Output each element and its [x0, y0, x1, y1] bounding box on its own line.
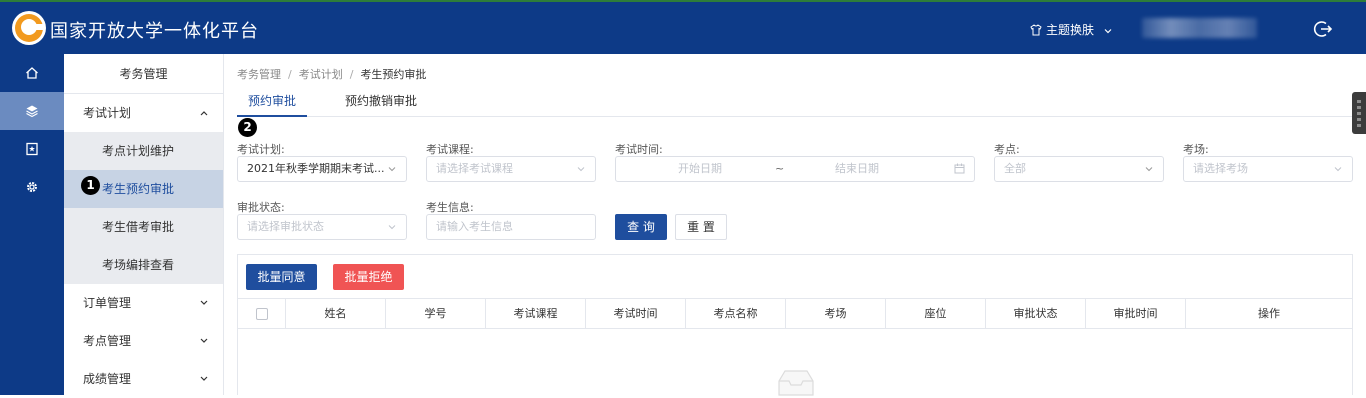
- exam-site-select[interactable]: 全部: [994, 156, 1164, 182]
- select-all-cell: [238, 299, 286, 328]
- home-icon: [26, 67, 38, 79]
- rail-settings[interactable]: [0, 168, 64, 206]
- rail-home[interactable]: [0, 54, 64, 92]
- breadcrumb: 考务管理 / 考试计划 / 考生预约审批: [237, 68, 427, 81]
- breadcrumb-current: 考生预约审批: [360, 68, 427, 81]
- breadcrumb-item[interactable]: 考务管理: [237, 68, 281, 81]
- chevron-down-icon: [200, 376, 208, 381]
- icon-rail: [0, 54, 64, 395]
- select-all-checkbox[interactable]: [255, 308, 268, 320]
- batch-approve-button[interactable]: 批量同意: [246, 264, 317, 290]
- submenu-title: 考务管理: [64, 54, 223, 94]
- tab-cancel-approval[interactable]: 预约撤销审批: [345, 86, 417, 117]
- user-name-blurred[interactable]: [1142, 18, 1257, 38]
- student-label: 考生信息:: [426, 201, 474, 214]
- side-drawer-handle[interactable]: [1352, 92, 1366, 134]
- column-header[interactable]: 考场: [786, 299, 886, 328]
- chevron-down-icon: [388, 167, 396, 172]
- column-header[interactable]: 操作: [1186, 299, 1352, 328]
- results-panel: 批量同意 批量拒绝 姓名 学号 考试课程 考试时间 考点名称 考场 座位 审批状…: [237, 254, 1353, 396]
- submenu-group-orders[interactable]: 订单管理: [64, 284, 223, 322]
- layers-icon: [26, 105, 38, 118]
- submenu-group-exam-plan[interactable]: 考试计划: [64, 94, 223, 132]
- exam-plan-select[interactable]: 2021年秋季学期期末考试...: [237, 156, 407, 182]
- column-header[interactable]: 考点名称: [686, 299, 786, 328]
- gear-icon: [27, 182, 37, 192]
- chevron-up-icon: [200, 111, 208, 116]
- shirt-icon: [1030, 24, 1042, 36]
- date-range-separator: ~: [775, 162, 785, 175]
- site-label: 考点:: [994, 143, 1020, 156]
- exam-course-placeholder: 请选择考试课程: [436, 162, 513, 175]
- rail-bookmarks[interactable]: [0, 130, 64, 168]
- column-header[interactable]: 考试时间: [586, 299, 686, 328]
- main-content: 考务管理 / 考试计划 / 考生预约审批 预约审批 预约撤销审批 2 考试计划: 202…: [225, 54, 1366, 396]
- exam-date-range[interactable]: 开始日期 ~ 结束日期: [615, 156, 975, 182]
- submenu-item-reservation-approval[interactable]: 1 考生预约审批: [64, 170, 223, 208]
- plan-label: 考试计划:: [237, 143, 285, 156]
- tab-reservation-approval[interactable]: 预约审批: [237, 86, 307, 117]
- exam-room-select[interactable]: 请选择考场: [1183, 156, 1353, 182]
- approval-status-select[interactable]: 请选择审批状态: [237, 214, 407, 240]
- annotation-badge-1: 1: [81, 176, 100, 195]
- column-header[interactable]: 审批状态: [986, 299, 1086, 328]
- column-header[interactable]: 座位: [886, 299, 986, 328]
- group-label: 考试计划: [83, 106, 132, 120]
- chevron-down-icon: [388, 225, 396, 230]
- submenu-item-room-arrangement[interactable]: 考场编排查看: [64, 246, 223, 284]
- app-title: 国家开放大学一体化平台: [50, 21, 259, 42]
- submenu-group-sites[interactable]: 考点管理: [64, 322, 223, 360]
- rail-exam-affairs[interactable]: [0, 92, 64, 130]
- top-header: 国家开放大学一体化平台 主题换肤: [0, 0, 1366, 54]
- annotation-badge-2: 2: [238, 118, 257, 137]
- university-logo-icon: [12, 11, 46, 45]
- exam-plan-value: 2021年秋季学期期末考试...: [247, 162, 385, 175]
- submenu-panel: 考务管理 考试计划 考点计划维护 1 考生预约审批 考生借考审批 考场编排查看 …: [64, 54, 224, 398]
- time-label: 考试时间:: [615, 143, 663, 156]
- exam-site-value: 全部: [1004, 162, 1026, 175]
- theme-switch-label: 主题换肤: [1046, 23, 1095, 37]
- chevron-down-icon: [1145, 167, 1153, 172]
- exam-room-placeholder: 请选择考场: [1193, 162, 1248, 175]
- column-header[interactable]: 学号: [386, 299, 486, 328]
- chevron-down-icon: [200, 338, 208, 343]
- query-button[interactable]: 查 询: [615, 214, 667, 240]
- calendar-icon: [954, 163, 965, 174]
- student-info-input[interactable]: 请输入考生信息: [426, 214, 596, 240]
- breadcrumb-item[interactable]: 考试计划: [299, 68, 343, 81]
- submenu-group-scores[interactable]: 成绩管理: [64, 360, 223, 398]
- course-label: 考试课程:: [426, 143, 474, 156]
- room-label: 考场:: [1183, 143, 1209, 156]
- bookmark-star-icon: [26, 142, 38, 156]
- chevron-down-icon: [1334, 167, 1342, 172]
- student-info-placeholder: 请输入考生信息: [436, 220, 513, 233]
- start-date-placeholder[interactable]: 开始日期: [678, 157, 722, 181]
- chevron-down-icon: [200, 300, 208, 305]
- submenu-item-borrow-approval[interactable]: 考生借考审批: [64, 208, 223, 246]
- submenu-item-site-plan[interactable]: 考点计划维护: [64, 132, 223, 170]
- status-label: 审批状态:: [237, 201, 285, 214]
- reset-button[interactable]: 重 置: [675, 214, 727, 240]
- end-date-placeholder[interactable]: 结束日期: [835, 157, 879, 181]
- exam-course-select[interactable]: 请选择考试课程: [426, 156, 596, 182]
- column-header[interactable]: 审批时间: [1086, 299, 1186, 328]
- empty-inbox-icon: [778, 370, 814, 396]
- chevron-down-icon: [577, 167, 585, 172]
- table-header: 姓名 学号 考试课程 考试时间 考点名称 考场 座位 审批状态 审批时间 操作: [238, 298, 1352, 329]
- chevron-down-icon: [1104, 29, 1112, 34]
- theme-switch-button[interactable]: 主题换肤: [1030, 21, 1117, 38]
- tab-bar: 预约审批 预约撤销审批: [237, 86, 1366, 117]
- column-header[interactable]: 姓名: [286, 299, 386, 328]
- batch-reject-button[interactable]: 批量拒绝: [333, 264, 404, 290]
- approval-status-placeholder: 请选择审批状态: [247, 220, 324, 233]
- logout-icon[interactable]: [1313, 19, 1333, 42]
- column-header[interactable]: 考试课程: [486, 299, 586, 328]
